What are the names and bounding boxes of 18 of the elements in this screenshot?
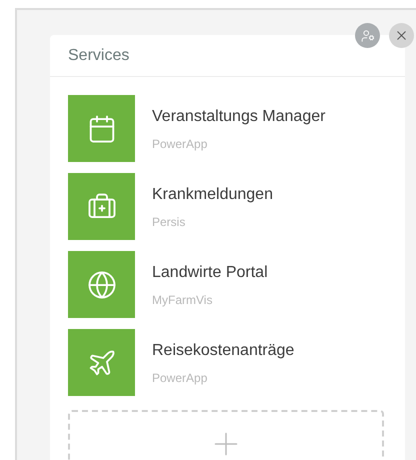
service-name[interactable]: Reisekostenanträge: [152, 339, 294, 363]
service-source: MyFarmVis: [152, 292, 214, 309]
service-tile[interactable]: [68, 95, 135, 162]
globe-icon: [86, 270, 116, 300]
service-tile[interactable]: [68, 251, 135, 318]
service-source: Persis: [152, 214, 186, 231]
service-name[interactable]: Veranstaltungs Manager: [152, 105, 326, 129]
close-button[interactable]: [389, 23, 414, 48]
service-name[interactable]: Krankmeldungen: [152, 183, 273, 207]
service-tile[interactable]: [68, 173, 135, 240]
user-settings-button[interactable]: [355, 23, 380, 48]
service-source: PowerApp: [152, 136, 208, 153]
service-name[interactable]: Landwirte Portal: [152, 261, 268, 285]
service-source: PowerApp: [152, 370, 208, 387]
service-tile[interactable]: [68, 329, 135, 396]
user-settings-icon: [360, 28, 374, 42]
add-service-button[interactable]: [68, 410, 384, 460]
panel-title: Services: [68, 46, 130, 66]
